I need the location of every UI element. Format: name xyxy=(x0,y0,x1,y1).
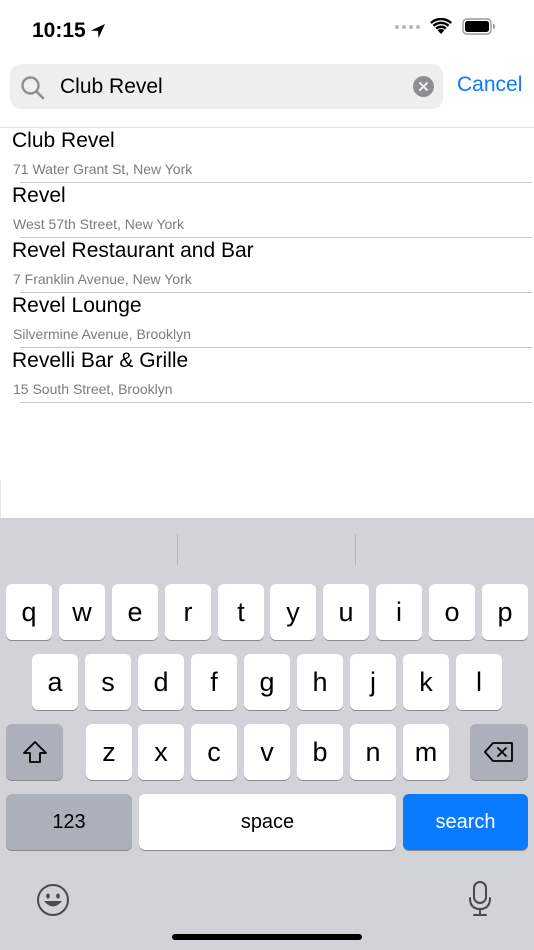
results-list: Club Revel 71 Water Grant St, New York R… xyxy=(0,128,534,403)
result-address: 71 Water Grant St, New York xyxy=(13,161,193,177)
search-field[interactable]: Club Revel xyxy=(10,64,443,109)
key-i[interactable]: i xyxy=(376,584,422,640)
key-m[interactable]: m xyxy=(403,724,449,780)
backspace-key[interactable] xyxy=(470,724,528,780)
result-item[interactable]: Club Revel 71 Water Grant St, New York xyxy=(0,128,534,183)
search-key[interactable]: search xyxy=(403,794,528,850)
key-k[interactable]: k xyxy=(403,654,449,710)
result-address: 7 Franklin Avenue, New York xyxy=(13,271,192,287)
key-c[interactable]: c xyxy=(191,724,237,780)
result-address: West 57th Street, New York xyxy=(13,216,184,232)
key-o[interactable]: o xyxy=(429,584,475,640)
key-v[interactable]: v xyxy=(244,724,290,780)
search-input[interactable]: Club Revel xyxy=(60,75,163,99)
result-title: Revelli Bar & Grille xyxy=(12,349,189,372)
backspace-icon xyxy=(484,742,513,762)
result-item[interactable]: Revel West 57th Street, New York xyxy=(0,183,534,238)
key-u[interactable]: u xyxy=(323,584,369,640)
key-g[interactable]: g xyxy=(244,654,290,710)
key-p[interactable]: p xyxy=(482,584,528,640)
key-b[interactable]: b xyxy=(297,724,343,780)
result-address: 15 South Street, Brooklyn xyxy=(13,381,173,397)
key-y[interactable]: y xyxy=(270,584,316,640)
result-title: Club Revel xyxy=(12,129,115,152)
result-address: Silvermine Avenue, Brooklyn xyxy=(13,326,191,342)
suggestion-divider xyxy=(355,534,356,565)
shift-key[interactable] xyxy=(6,724,63,780)
emoji-icon[interactable] xyxy=(36,883,70,917)
suggestion-bar[interactable] xyxy=(0,518,534,580)
result-item[interactable]: Revel Lounge Silvermine Avenue, Brooklyn xyxy=(0,293,534,348)
battery-icon xyxy=(462,18,495,35)
divider xyxy=(0,480,1,520)
result-item[interactable]: Revelli Bar & Grille 15 South Street, Br… xyxy=(0,348,534,403)
key-t[interactable]: t xyxy=(218,584,264,640)
shift-icon xyxy=(22,741,47,763)
result-title: Revel Restaurant and Bar xyxy=(12,239,254,262)
result-title: Revel Lounge xyxy=(12,294,142,317)
status-icons xyxy=(395,18,496,35)
status-time: 10:15 xyxy=(32,19,86,42)
key-f[interactable]: f xyxy=(191,654,237,710)
key-a[interactable]: a xyxy=(32,654,78,710)
key-w[interactable]: w xyxy=(59,584,105,640)
key-h[interactable]: h xyxy=(297,654,343,710)
row-separator xyxy=(20,402,532,403)
signal-dots-icon xyxy=(395,24,420,29)
key-s[interactable]: s xyxy=(85,654,131,710)
numbers-key[interactable]: 123 xyxy=(6,794,132,850)
key-d[interactable]: d xyxy=(138,654,184,710)
space-key[interactable]: space xyxy=(139,794,396,850)
search-icon xyxy=(21,76,45,100)
key-z[interactable]: z xyxy=(86,724,132,780)
location-arrow-icon xyxy=(90,24,105,38)
status-time-group: 10:15 xyxy=(32,19,106,43)
cancel-button[interactable]: Cancel xyxy=(457,73,522,97)
wifi-icon xyxy=(430,18,452,34)
key-j[interactable]: j xyxy=(350,654,396,710)
key-e[interactable]: e xyxy=(112,584,158,640)
key-r[interactable]: r xyxy=(165,584,211,640)
key-x[interactable]: x xyxy=(138,724,184,780)
status-bar: 10:15 xyxy=(0,0,534,60)
clear-icon[interactable] xyxy=(413,76,434,97)
keyboard: q w e r t y u i o p a s d f g h j k l z … xyxy=(0,518,534,950)
key-q[interactable]: q xyxy=(6,584,52,640)
key-n[interactable]: n xyxy=(350,724,396,780)
result-item[interactable]: Revel Restaurant and Bar 7 Franklin Aven… xyxy=(0,238,534,293)
search-bar: Club Revel Cancel xyxy=(0,64,534,110)
home-indicator[interactable] xyxy=(172,934,362,940)
suggestion-divider xyxy=(177,534,178,565)
screen: 10:15 Club Revel Cancel Club Revel 71 Wa… xyxy=(0,0,534,950)
result-title: Revel xyxy=(12,184,66,207)
microphone-icon[interactable] xyxy=(468,880,492,918)
key-l[interactable]: l xyxy=(456,654,502,710)
